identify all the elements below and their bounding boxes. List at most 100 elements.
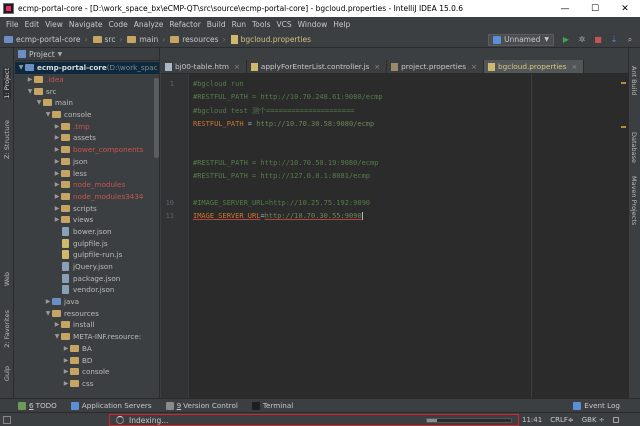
tree-node[interactable]: ▼ src	[15, 85, 159, 97]
maximize-button[interactable]: ☐	[580, 0, 610, 17]
tree-node[interactable]: ▶ bower_components	[15, 144, 159, 156]
tree-node[interactable]: ▼ console	[15, 109, 159, 121]
chevron-right-icon[interactable]: ▶	[62, 345, 70, 352]
database-tool-tab[interactable]: Database	[630, 132, 638, 163]
run-configuration-select[interactable]: Unnamed ▼	[488, 33, 554, 46]
tree-node[interactable]: bower.json	[15, 226, 159, 238]
close-icon[interactable]: ×	[234, 63, 240, 71]
chevron-down-icon[interactable]: ▼	[44, 310, 52, 317]
project-view-selector[interactable]: Project ▼	[15, 48, 159, 61]
breadcrumb-src[interactable]: src ›	[92, 35, 122, 44]
tree-node[interactable]: ▶ java	[15, 296, 159, 308]
tree-node[interactable]: ▶ json	[15, 156, 159, 168]
editor-tab[interactable]: project.properties ×	[387, 60, 484, 73]
tree-node[interactable]: ▼ ecmp-portal-core (D:\work_spac	[15, 62, 159, 74]
caret-position[interactable]: 11:41	[522, 416, 542, 424]
tree-node[interactable]: ▼ META-INF.resource:	[15, 331, 159, 343]
close-icon[interactable]: ×	[374, 63, 380, 71]
maven-projects-tool-tab[interactable]: Maven Projects	[630, 176, 638, 225]
tool-windows-toggle-icon[interactable]	[3, 416, 11, 424]
close-icon[interactable]: ×	[572, 63, 578, 71]
chevron-right-icon[interactable]: ▶	[62, 368, 70, 375]
chevron-right-icon[interactable]: ▶	[53, 321, 61, 328]
indexing-status-text[interactable]: Indexing...	[129, 416, 168, 425]
chevron-right-icon[interactable]: ▶	[53, 123, 61, 130]
vcs-update-button[interactable]: ⇣	[608, 34, 620, 46]
tool-window-button[interactable]: 6 TODO	[18, 401, 57, 410]
menu-file[interactable]: File	[3, 20, 22, 29]
breadcrumb-resources[interactable]: resources ›	[170, 35, 226, 44]
chevron-right-icon[interactable]: ▶	[62, 380, 70, 387]
tree-node[interactable]: vendor.json	[15, 284, 159, 296]
line-separator[interactable]: CRLF≑	[550, 416, 574, 424]
breadcrumb-main[interactable]: main ›	[127, 35, 165, 44]
gulp-tool-tab[interactable]: Gulp	[3, 366, 11, 381]
chevron-down-icon[interactable]: ▼	[17, 64, 25, 71]
close-button[interactable]: ✕	[610, 0, 640, 17]
error-stripe-marker[interactable]	[621, 126, 626, 128]
close-icon[interactable]: ×	[471, 63, 477, 71]
tree-node[interactable]: jQuery.json	[15, 261, 159, 273]
menu-run[interactable]: Run	[229, 20, 249, 29]
tree-node[interactable]: ▶ css	[15, 378, 159, 390]
web-tool-tab[interactable]: Web	[3, 272, 11, 286]
menu-tools[interactable]: Tools	[249, 20, 273, 29]
tree-node[interactable]: ▶ .idea	[15, 74, 159, 86]
tree-node[interactable]: ▶ BA	[15, 343, 159, 355]
menu-help[interactable]: Help	[330, 20, 353, 29]
ant-build-tool-tab[interactable]: Ant Build	[630, 66, 638, 96]
tool-window-button[interactable]: Terminal	[251, 401, 293, 410]
menu-build[interactable]: Build	[204, 20, 229, 29]
lock-icon[interactable]	[612, 417, 619, 423]
search-everywhere-button[interactable]: ⌕	[624, 34, 636, 46]
tree-node[interactable]: ▶ scripts	[15, 202, 159, 214]
chevron-down-icon[interactable]: ▼	[35, 99, 43, 106]
tree-node[interactable]: ▶ node_modules3434	[15, 191, 159, 203]
tool-window-button[interactable]: Application Servers	[70, 401, 152, 410]
structure-tool-tab[interactable]: Z: Structure	[3, 120, 11, 159]
stop-button[interactable]: ■	[592, 34, 604, 46]
editor-tab[interactable]: applyForEnterList.controller.js ×	[247, 60, 388, 73]
menu-navigate[interactable]: Navigate	[66, 20, 106, 29]
debug-button[interactable]: ✲	[576, 34, 588, 46]
menu-code[interactable]: Code	[106, 20, 131, 29]
error-stripe-marker[interactable]	[621, 82, 626, 84]
breadcrumb-project[interactable]: ecmp-portal-core ›	[4, 35, 88, 44]
file-encoding[interactable]: GBK ÷	[582, 416, 605, 424]
minimize-button[interactable]: —	[550, 0, 580, 17]
tree-node[interactable]: gulpfile-run.js	[15, 249, 159, 261]
event-log-button[interactable]: Event Log	[573, 401, 620, 410]
menu-refactor[interactable]: Refactor	[166, 20, 203, 29]
chevron-right-icon[interactable]: ▶	[26, 76, 34, 83]
chevron-right-icon[interactable]: ▶	[53, 216, 61, 223]
project-tool-tab[interactable]: 1: Project	[3, 68, 11, 99]
tree-node[interactable]: ▶ BD	[15, 354, 159, 366]
menu-window[interactable]: Window	[295, 20, 331, 29]
code-editor[interactable]: 1 10 11 #bgcloud run #RESTFUL_PATH = http:/…	[161, 74, 628, 398]
tree-node[interactable]: ▶ less	[15, 167, 159, 179]
breadcrumb-file[interactable]: bgcloud.properties	[230, 35, 311, 44]
menu-edit[interactable]: Edit	[22, 20, 43, 29]
tree-node[interactable]: gulpfile.js	[15, 237, 159, 249]
chevron-right-icon[interactable]: ▶	[53, 170, 61, 177]
menu-vcs[interactable]: VCS	[273, 20, 294, 29]
chevron-down-icon[interactable]: ▼	[26, 88, 34, 95]
chevron-down-icon[interactable]: ▼	[44, 111, 52, 118]
chevron-right-icon[interactable]: ▶	[53, 193, 61, 200]
tree-node[interactable]: package.json	[15, 272, 159, 284]
indexing-progress-bar[interactable]	[426, 418, 512, 423]
project-tree-scrollbar[interactable]	[154, 78, 159, 158]
editor-tab[interactable]: bj00-table.htm ×	[161, 60, 247, 73]
tool-window-button[interactable]: 9 Version Control	[165, 401, 238, 410]
chevron-right-icon[interactable]: ▶	[53, 205, 61, 212]
menu-view[interactable]: View	[42, 20, 66, 29]
chevron-right-icon[interactable]: ▶	[53, 158, 61, 165]
run-button[interactable]: ▶	[560, 34, 572, 46]
tree-node[interactable]: ▼ resources	[15, 307, 159, 319]
tree-node[interactable]: ▶ assets	[15, 132, 159, 144]
tree-node[interactable]: ▶ .tmp	[15, 120, 159, 132]
chevron-right-icon[interactable]: ▶	[44, 298, 52, 305]
tree-node[interactable]: ▶ views	[15, 214, 159, 226]
chevron-right-icon[interactable]: ▶	[53, 146, 61, 153]
chevron-down-icon[interactable]: ▼	[53, 333, 61, 340]
